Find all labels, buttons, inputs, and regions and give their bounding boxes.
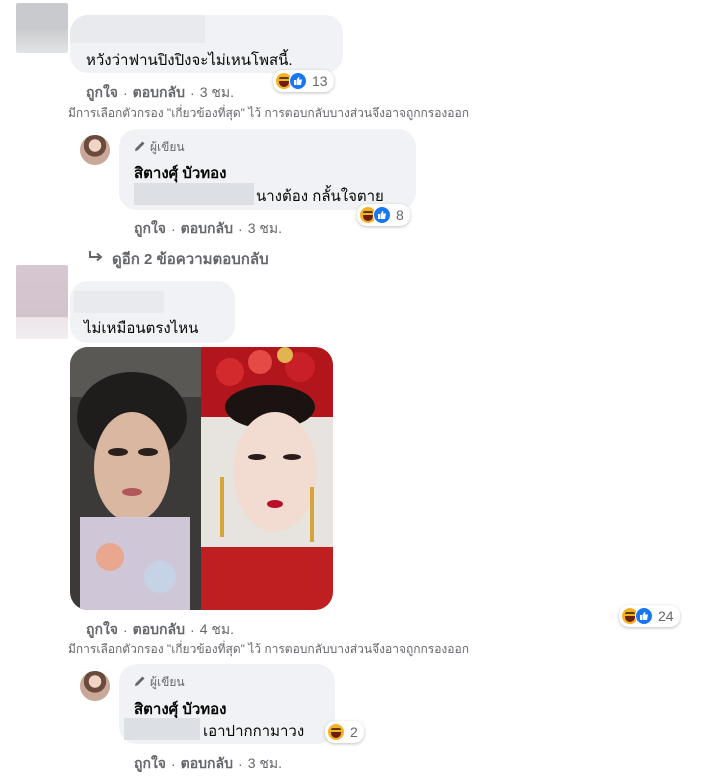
comparison-photo-graphic bbox=[70, 347, 333, 610]
reply-arrow-icon bbox=[88, 250, 104, 268]
commenter-name-redacted[interactable] bbox=[70, 15, 205, 43]
filter-note: มีการเลือกตัวกรอง "เกี่ยวข้องที่สุด" ไว้… bbox=[68, 642, 469, 656]
author-tag: ผู้เขียน bbox=[134, 673, 185, 692]
filter-note: มีการเลือกตัวกรอง "เกี่ยวข้องที่สุด" ไว้… bbox=[68, 106, 469, 120]
reply-button[interactable]: ตอบกลับ bbox=[181, 753, 233, 775]
pencil-icon bbox=[134, 675, 146, 690]
reply-button[interactable]: ตอบกลับ bbox=[181, 218, 233, 240]
timestamp[interactable]: 3 ชม. bbox=[200, 82, 234, 104]
reaction-summary[interactable]: 24 bbox=[619, 605, 680, 627]
haha-emoji-icon bbox=[327, 723, 345, 741]
commenter-avatar[interactable] bbox=[16, 3, 68, 53]
like-button[interactable]: ถูกใจ bbox=[86, 82, 118, 104]
reply-button[interactable]: ตอบกลับ bbox=[133, 82, 185, 104]
like-emoji-icon bbox=[289, 72, 307, 90]
mention-redacted[interactable] bbox=[124, 718, 200, 740]
like-emoji-icon bbox=[635, 607, 653, 625]
reaction-count: 2 bbox=[350, 724, 358, 740]
reply-text: เอาปากกามาวง bbox=[203, 723, 305, 740]
like-button[interactable]: ถูกใจ bbox=[86, 619, 118, 641]
comment-actions: ถูกใจ · ตอบกลับ · 4 ชม. bbox=[86, 619, 234, 641]
like-button[interactable]: ถูกใจ bbox=[134, 753, 166, 775]
comment-actions: ถูกใจ · ตอบกลับ · 3 ชม. bbox=[86, 82, 234, 104]
reaction-summary[interactable]: 2 bbox=[325, 721, 364, 743]
comment-text: หวังว่าฟานปิงปิงจะไม่เหนโพสนี้. bbox=[86, 52, 293, 69]
reply-actions: ถูกใจ · ตอบกลับ · 3 ชม. bbox=[134, 753, 282, 775]
author-avatar[interactable] bbox=[80, 135, 110, 165]
like-emoji-icon bbox=[373, 206, 391, 224]
comment-text: ไม่เหมือนตรงไหน bbox=[84, 320, 199, 337]
reaction-summary[interactable]: 13 bbox=[273, 70, 334, 92]
like-button[interactable]: ถูกใจ bbox=[134, 218, 166, 240]
timestamp[interactable]: 4 ชม. bbox=[200, 619, 234, 641]
commenter-name-redacted[interactable] bbox=[74, 291, 164, 313]
reaction-summary[interactable]: 8 bbox=[357, 204, 410, 226]
reaction-count: 8 bbox=[396, 207, 404, 223]
reaction-count: 24 bbox=[658, 608, 674, 624]
timestamp[interactable]: 3 ชม. bbox=[248, 218, 282, 240]
author-name[interactable]: สิตางศุ์ บัวทอง bbox=[134, 161, 227, 185]
timestamp[interactable]: 3 ชม. bbox=[248, 753, 282, 775]
author-avatar[interactable] bbox=[80, 671, 110, 701]
reply-button[interactable]: ตอบกลับ bbox=[133, 619, 185, 641]
pencil-icon bbox=[134, 140, 146, 155]
author-tag: ผู้เขียน bbox=[134, 138, 185, 157]
reaction-count: 13 bbox=[312, 73, 328, 89]
mention-redacted[interactable] bbox=[134, 183, 254, 205]
reply-actions: ถูกใจ · ตอบกลับ · 3 ชม. bbox=[134, 218, 282, 240]
comment-photo[interactable] bbox=[70, 347, 333, 610]
commenter-avatar[interactable] bbox=[16, 265, 68, 339]
view-more-replies[interactable]: ดูอีก 2 ข้อความตอบกลับ bbox=[88, 247, 269, 271]
